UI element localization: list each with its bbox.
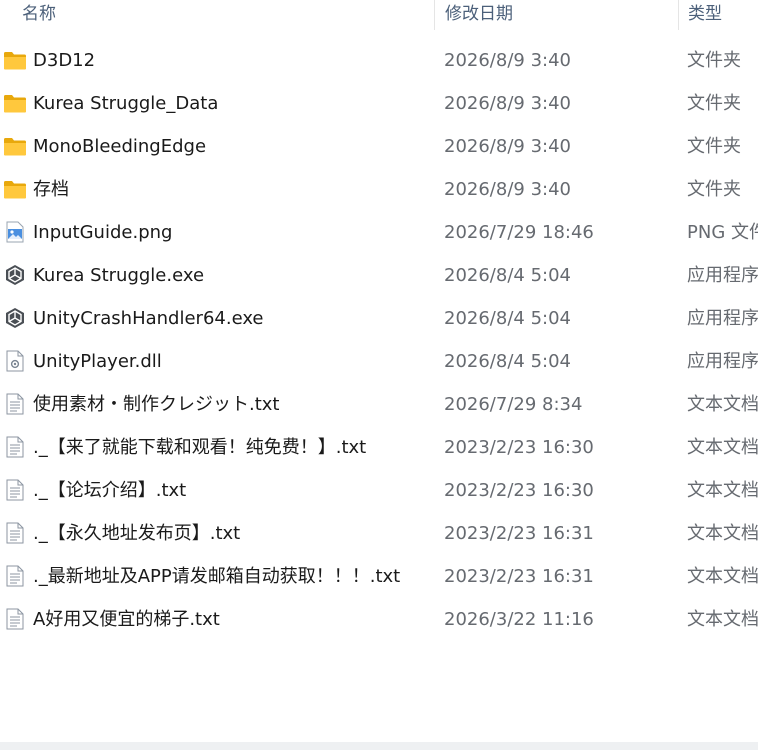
file-name: ._【论坛介绍】.txt <box>33 480 187 501</box>
file-type: 文件夹 <box>687 136 741 157</box>
file-row[interactable]: UnityPlayer.dll 2026/8/4 5:04 应用程序 <box>0 340 758 383</box>
file-name: UnityPlayer.dll <box>33 351 162 372</box>
column-header-type[interactable]: 类型 <box>678 0 758 30</box>
file-type: 应用程序 <box>687 265 758 286</box>
file-row[interactable]: Kurea Struggle.exe 2026/8/4 5:04 应用程序 <box>0 254 758 297</box>
file-type: 文本文档 <box>687 394 758 415</box>
folder-icon <box>3 178 27 200</box>
file-modified-date: 2026/8/4 5:04 <box>444 308 571 329</box>
file-row[interactable]: InputGuide.png 2026/7/29 18:46 PNG 文件 <box>0 211 758 254</box>
text-file-icon <box>3 565 27 587</box>
file-name: Kurea Struggle.exe <box>33 265 205 286</box>
file-type: 文本文档 <box>687 480 758 501</box>
file-name: 存档 <box>33 179 69 200</box>
file-row[interactable]: ._【永久地址发布页】.txt 2023/2/23 16:31 文本文档 <box>0 512 758 555</box>
file-name: UnityCrashHandler64.exe <box>33 308 264 329</box>
file-name: 使用素材・制作クレジット.txt <box>33 394 280 415</box>
column-header: 名称 修改日期 类型 <box>0 0 758 30</box>
file-name: ._【永久地址发布页】.txt <box>33 523 241 544</box>
file-row[interactable]: UnityCrashHandler64.exe 2026/8/4 5:04 应用程序 <box>0 297 758 340</box>
file-type: 文件夹 <box>687 93 741 114</box>
file-modified-date: 2026/7/29 8:34 <box>444 394 583 415</box>
text-file-icon <box>3 393 27 415</box>
text-file-icon <box>3 436 27 458</box>
file-row[interactable]: A好用又便宜的梯子.txt 2026/3/22 11:16 文本文档 <box>0 598 758 641</box>
file-name: D3D12 <box>33 50 96 71</box>
file-row[interactable]: 使用素材・制作クレジット.txt 2026/7/29 8:34 文本文档 <box>0 383 758 426</box>
unity-app-icon <box>3 307 27 329</box>
file-modified-date: 2023/2/23 16:30 <box>444 480 594 501</box>
folder-icon <box>3 92 27 114</box>
folder-icon <box>3 49 27 71</box>
file-modified-date: 2026/7/29 18:46 <box>444 222 594 243</box>
file-modified-date: 2026/8/9 3:40 <box>444 136 571 157</box>
file-type: 文件夹 <box>687 50 741 71</box>
file-modified-date: 2026/8/9 3:40 <box>444 179 571 200</box>
file-type: 文本文档 <box>687 523 758 544</box>
status-bar <box>0 742 758 750</box>
file-type: 文本文档 <box>687 609 758 630</box>
file-name: InputGuide.png <box>33 222 173 243</box>
file-type: 应用程序 <box>687 308 758 329</box>
file-modified-date: 2023/2/23 16:30 <box>444 437 594 458</box>
file-modified-date: 2023/2/23 16:31 <box>444 566 594 587</box>
text-file-icon <box>3 479 27 501</box>
file-name: ._【来了就能下载和观看！纯免费！】.txt <box>33 437 367 458</box>
file-type: 文本文档 <box>687 437 758 458</box>
dll-file-icon <box>3 350 27 372</box>
column-header-modified[interactable]: 修改日期 <box>434 0 678 30</box>
folder-icon <box>3 135 27 157</box>
file-name: A好用又便宜的梯子.txt <box>33 609 220 630</box>
file-type: 文本文档 <box>687 566 758 587</box>
unity-app-icon <box>3 264 27 286</box>
column-header-name[interactable]: 名称 <box>0 0 434 30</box>
file-row[interactable]: Kurea Struggle_Data 2026/8/9 3:40 文件夹 <box>0 82 758 125</box>
file-type: 应用程序 <box>687 351 758 372</box>
file-modified-date: 2026/8/9 3:40 <box>444 93 571 114</box>
file-modified-date: 2026/3/22 11:16 <box>444 609 594 630</box>
file-row[interactable]: ._【来了就能下载和观看！纯免费！】.txt 2023/2/23 16:30 文本文… <box>0 426 758 469</box>
file-type: PNG 文件 <box>687 222 758 243</box>
file-row[interactable]: ._最新地址及APP请发邮箱自动获取！！！.txt 2023/2/23 16:31… <box>0 555 758 598</box>
file-modified-date: 2026/8/9 3:40 <box>444 50 571 71</box>
file-row[interactable]: D3D12 2026/8/9 3:40 文件夹 <box>0 39 758 82</box>
file-row[interactable]: 存档 2026/8/9 3:40 文件夹 <box>0 168 758 211</box>
file-name: Kurea Struggle_Data <box>33 93 219 114</box>
text-file-icon <box>3 608 27 630</box>
image-file-icon <box>3 221 27 243</box>
file-type: 文件夹 <box>687 179 741 200</box>
file-name: MonoBleedingEdge <box>33 136 207 157</box>
file-modified-date: 2023/2/23 16:31 <box>444 523 594 544</box>
file-row[interactable]: ._【论坛介绍】.txt 2023/2/23 16:30 文本文档 <box>0 469 758 512</box>
file-name: ._最新地址及APP请发邮箱自动获取！！！.txt <box>33 566 401 587</box>
file-modified-date: 2026/8/4 5:04 <box>444 265 571 286</box>
file-row[interactable]: MonoBleedingEdge 2026/8/9 3:40 文件夹 <box>0 125 758 168</box>
file-modified-date: 2026/8/4 5:04 <box>444 351 571 372</box>
file-list: D3D12 2026/8/9 3:40 文件夹 Kurea Struggle_Data… <box>0 39 758 641</box>
text-file-icon <box>3 522 27 544</box>
